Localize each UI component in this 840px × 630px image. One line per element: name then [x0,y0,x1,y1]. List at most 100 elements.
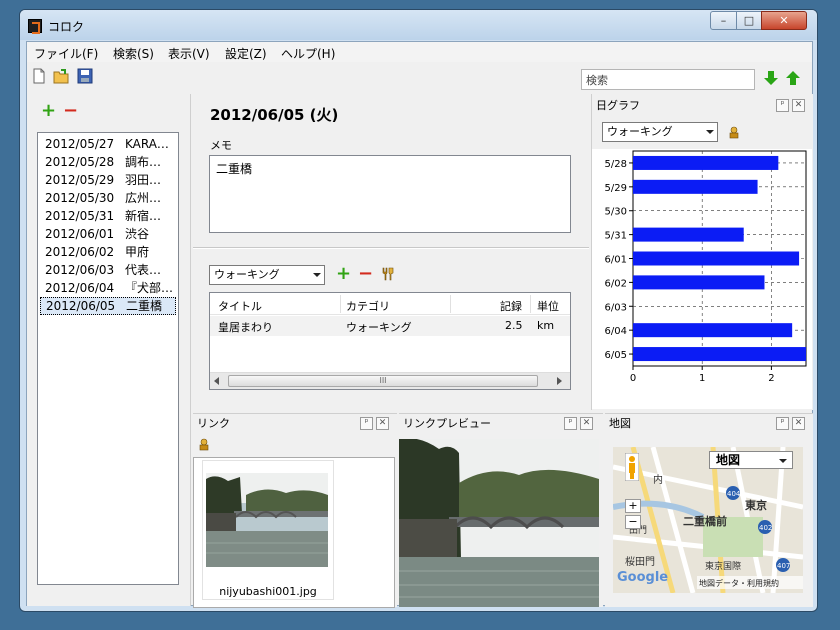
route-407-badge: 407 [777,562,790,570]
list-item[interactable]: 2012/05/31 新宿… [40,208,176,226]
link-preview-pane: リンクプレビュー ᵖ ✕ [399,413,603,607]
menu-search[interactable]: 検索(S) [113,45,154,62]
minimize-button[interactable]: – [710,11,737,30]
map-pane: 地図 ᵖ ✕ 二重橋前 東京 内 東京国際 桜田門 田門 404 402 407… [605,413,813,607]
new-file-icon[interactable] [31,68,47,84]
route-404-badge: 404 [727,490,741,498]
menu-view[interactable]: 表示(V) [168,45,210,62]
app-logo-icon [28,19,42,34]
route-402-badge: 402 [759,524,772,532]
close-button[interactable]: ✕ [761,11,807,30]
menu-settings[interactable]: 設定(Z) [225,45,267,62]
pegman-icon[interactable] [625,453,639,481]
app-window: コロク – □ ✕ ファイル(F) 検索(S) 表示(V) 設定(Z) ヘルプ(… [19,9,818,612]
link-close-icon[interactable]: ✕ [376,417,389,430]
table-row[interactable]: 皇居まわり ウォーキング 2.5 km [210,316,570,336]
list-item[interactable]: 2012/06/04 『犬部… [40,280,176,298]
chevron-down-icon [313,273,321,277]
add-date-button[interactable]: + [41,102,56,120]
map-zoom-in-button[interactable]: + [625,499,641,513]
table-horizontal-scrollbar[interactable]: III [210,372,570,389]
map-view[interactable]: 二重橋前 東京 内 東京国際 桜田門 田門 404 402 407 Google… [613,447,803,593]
y-tick-label: 5/28 [605,159,627,170]
list-item[interactable]: 2012/05/29 羽田… [40,172,176,190]
menu-file[interactable]: ファイル(F) [34,45,98,62]
map-label-tokyo-kokusai: 東京国際 [705,560,741,572]
list-item[interactable]: 2012/06/03 代表… [40,262,176,280]
category-select[interactable]: ウォーキング [209,265,325,285]
list-item-selected[interactable]: 2012/06/05 二重橋 [40,297,176,315]
col-title-header[interactable]: タイトル [218,298,262,314]
y-tick-label: 6/03 [605,302,627,313]
pin-icon[interactable]: ᵖ [360,417,373,430]
preview-close-icon[interactable]: ✕ [580,417,593,430]
save-disk-icon[interactable] [77,68,93,84]
thumbnail-filename: nijyubashi001.jpg [219,585,317,598]
green-up-arrow-icon[interactable] [785,70,801,86]
wrench-icon[interactable] [197,437,211,451]
pin-icon[interactable]: ᵖ [776,99,789,112]
map-label-uchi: 内 [653,473,663,486]
search-input[interactable] [581,69,755,90]
scroll-left-icon[interactable] [213,377,221,385]
cell-category: ウォーキング [346,321,412,334]
add-record-button[interactable]: + [336,265,351,283]
open-folder-icon[interactable] [53,68,69,84]
chevron-down-icon [779,459,787,463]
col-record-header[interactable]: 記録 [500,298,522,314]
preview-image [399,439,599,607]
col-unit-header[interactable]: 単位 [537,298,559,314]
x-tick-label: 2 [768,373,774,384]
map-label-nijubashimae: 二重橋前 [683,514,727,528]
list-item[interactable]: 2012/05/30 広州… [40,190,176,208]
cell-record: 2.5 [505,319,523,332]
cell-title: 皇居まわり [218,321,273,334]
list-item[interactable]: 2012/05/28 調布… [40,154,176,172]
map-type-select[interactable]: 地図 [709,451,793,469]
bar [633,251,800,266]
remove-record-button[interactable]: − [358,265,373,283]
y-tick-label: 5/31 [605,231,627,242]
menu-help[interactable]: ヘルプ(H) [281,45,335,62]
bar [633,179,758,194]
remove-date-button[interactable]: − [63,102,78,120]
table-header: タイトル カテゴリ 記録 単位 [210,293,570,315]
list-item[interactable]: 2012/05/27 KARA… [40,136,176,154]
link-thumbnail-card[interactable]: nijyubashi001.jpg [202,460,334,600]
maximize-button[interactable]: □ [736,11,762,30]
detail-splitter[interactable] [193,247,589,249]
wrench-icon[interactable] [727,125,741,139]
x-tick-label: 1 [699,373,705,384]
memo-label: メモ [210,139,232,152]
bar [633,323,793,338]
menu-bar: ファイル(F) 検索(S) 表示(V) 設定(Z) ヘルプ(H) [27,42,812,62]
y-tick-label: 6/04 [605,326,627,337]
thumbnail-image [206,473,328,567]
title-bar[interactable]: コロク – □ ✕ [20,10,817,40]
y-tick-label: 6/02 [605,278,627,289]
date-list-pane: + − 2012/05/27 KARA… 2012/05/28 調布… 2012/0… [27,94,191,606]
green-down-arrow-icon[interactable] [763,70,779,86]
bar [633,227,744,242]
client-area: ファイル(F) 検索(S) 表示(V) 設定(Z) ヘルプ(H) 検索 + − … [26,41,813,608]
date-listbox[interactable]: 2012/05/27 KARA… 2012/05/28 調布… 2012/05/29… [37,132,179,585]
map-zoom-out-button[interactable]: − [625,515,641,529]
google-logo: Google [617,570,668,585]
scroll-thumb[interactable]: III [228,375,538,387]
list-item[interactable]: 2012/06/01 渋谷 [40,226,176,244]
map-close-icon[interactable]: ✕ [792,417,805,430]
wrench-icon[interactable] [381,267,395,281]
memo-textarea[interactable]: 二重橋 [209,155,571,233]
graph-category-select[interactable]: ウォーキング [602,122,718,142]
pin-icon[interactable]: ᵖ [776,417,789,430]
pin-icon[interactable]: ᵖ [564,417,577,430]
graph-close-icon[interactable]: ✕ [792,99,805,112]
map-footer[interactable]: 地図データ・利用規約 [699,578,779,588]
col-category-header[interactable]: カテゴリ [346,298,390,314]
scroll-right-icon[interactable] [555,377,563,385]
list-item[interactable]: 2012/06/02 甲府 [40,244,176,262]
map-label-sakuradamon: 桜田門 [625,555,655,568]
bar [633,347,806,362]
bar [633,155,779,170]
cell-unit: km [537,319,555,332]
